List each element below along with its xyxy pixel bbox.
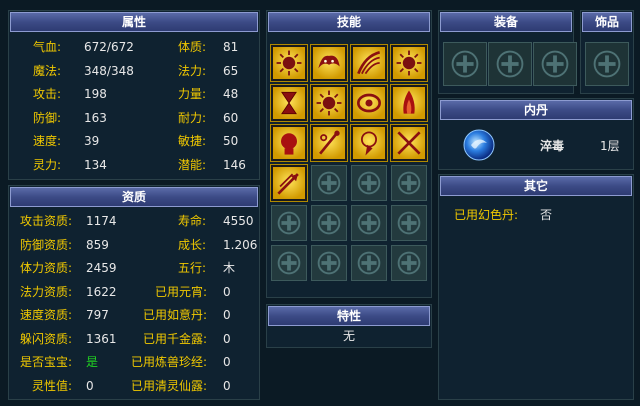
arrow-skill-icon[interactable] xyxy=(271,165,307,201)
crossed-swords-skill-icon[interactable] xyxy=(391,125,427,161)
inner-header: 内丹 xyxy=(440,100,632,120)
ornament-slot[interactable] xyxy=(585,42,629,86)
trait-header: 特性 xyxy=(268,306,430,326)
inner-name: 淬毒 xyxy=(540,139,565,153)
claw-skill-icon[interactable] xyxy=(351,45,387,81)
quality-value: 0 xyxy=(86,378,94,393)
attr-value: 146 xyxy=(223,157,246,172)
empty-skill-slot[interactable] xyxy=(351,165,387,201)
attr-label: 防御: xyxy=(33,110,62,125)
shield-skill-icon[interactable] xyxy=(351,85,387,121)
quality-value: 0 xyxy=(223,284,231,299)
equip-slot[interactable] xyxy=(533,42,577,86)
quality-value: 2459 xyxy=(86,261,117,275)
attr-value: 60 xyxy=(223,110,239,125)
quality-value: 是 xyxy=(86,355,99,369)
hourglass-skill-icon[interactable] xyxy=(271,85,307,121)
empty-skill-slot[interactable] xyxy=(271,205,307,241)
quality-label: 体力资质: xyxy=(20,261,73,275)
empty-skill-slot[interactable] xyxy=(391,245,427,281)
other-header: 其它 xyxy=(440,176,632,196)
empty-skill-slot[interactable] xyxy=(311,205,347,241)
quality-label: 已用元宵: xyxy=(155,284,208,299)
head-skill-icon[interactable] xyxy=(271,125,307,161)
quality-label: 已用清灵仙露: xyxy=(131,378,208,393)
lightning-skill-icon[interactable] xyxy=(351,125,387,161)
attr-value: 81 xyxy=(223,40,239,54)
attr-label: 敏捷: xyxy=(178,134,207,148)
empty-skill-slot[interactable] xyxy=(271,245,307,281)
quality-value: 1.206 xyxy=(223,237,258,252)
attr-value: 134 xyxy=(84,157,107,172)
quality-label: 成长: xyxy=(178,237,207,252)
quality-label: 躲闪资质: xyxy=(20,331,73,346)
attr-label: 气血: xyxy=(33,40,62,54)
empty-skill-slot[interactable] xyxy=(311,245,347,281)
attr-value: 198 xyxy=(84,87,107,101)
ornament-header: 饰品 xyxy=(582,12,632,32)
quality-value: 0 xyxy=(223,355,231,369)
quality-label: 已用炼兽珍经: xyxy=(131,355,208,369)
attr-label: 体质: xyxy=(178,40,207,54)
equip-slot[interactable] xyxy=(443,42,487,86)
attr-label: 耐力: xyxy=(178,110,207,125)
quality-label: 防御资质: xyxy=(20,237,73,252)
attr-value: 48 xyxy=(223,87,239,101)
attr-value: 65 xyxy=(223,63,239,78)
staff-skill-icon[interactable] xyxy=(311,125,347,161)
quality-value: 1361 xyxy=(86,331,117,346)
quality-label: 已用千金露: xyxy=(143,331,208,346)
empty-skill-slot[interactable] xyxy=(351,245,387,281)
equip-slot[interactable] xyxy=(488,42,532,86)
blue-core-icon[interactable] xyxy=(463,129,495,161)
attr-label: 攻击: xyxy=(33,87,62,101)
empty-skill-slot[interactable] xyxy=(351,205,387,241)
attr-label: 灵力: xyxy=(33,157,62,172)
flame-skill-icon[interactable] xyxy=(391,85,427,121)
inner-level: 1层 xyxy=(600,139,620,153)
other-label: 已用幻色丹: xyxy=(454,208,519,222)
attr-header: 属性 xyxy=(10,12,258,32)
quality-label: 灵性值: xyxy=(32,378,73,393)
quality-value: 1174 xyxy=(86,214,117,228)
empty-skill-slot[interactable] xyxy=(391,165,427,201)
quality-value: 1622 xyxy=(86,284,117,299)
quality-value: 859 xyxy=(86,237,109,252)
empty-skill-slot[interactable] xyxy=(391,205,427,241)
quality-label: 法力资质: xyxy=(20,284,73,299)
quality-value: 木 xyxy=(223,261,236,275)
quality-value: 4550 xyxy=(223,214,254,228)
attr-value: 348/348 xyxy=(84,63,134,78)
equip-header: 装备 xyxy=(440,12,572,32)
attr-value: 39 xyxy=(84,134,100,148)
attr-label: 速度: xyxy=(33,134,62,148)
quality-value: 0 xyxy=(223,378,231,393)
quality-label: 已用如意丹: xyxy=(143,308,208,322)
quality-value: 797 xyxy=(86,308,109,322)
empty-skill-slot[interactable] xyxy=(311,165,347,201)
sun-skill-icon[interactable] xyxy=(271,45,307,81)
skills-header: 技能 xyxy=(268,12,430,32)
quality-value: 0 xyxy=(223,331,231,346)
attr-label: 法力: xyxy=(178,63,207,78)
attr-value: 672/672 xyxy=(84,40,134,54)
quality-label: 速度资质: xyxy=(20,308,73,322)
attr-label: 力量: xyxy=(178,87,207,101)
trait-value: 无 xyxy=(343,329,356,343)
sun-skill-icon[interactable] xyxy=(311,85,347,121)
quality-header: 资质 xyxy=(10,187,258,207)
attr-value: 163 xyxy=(84,110,107,125)
attr-label: 潜能: xyxy=(178,157,207,172)
attr-value: 50 xyxy=(223,134,239,148)
beast-skill-icon[interactable] xyxy=(311,45,347,81)
quality-label: 是否宝宝: xyxy=(20,355,73,369)
quality-value: 0 xyxy=(223,308,231,322)
quality-label: 五行: xyxy=(178,261,207,275)
attr-label: 魔法: xyxy=(33,63,62,78)
quality-label: 攻击资质: xyxy=(20,214,73,228)
sun-skill-icon[interactable] xyxy=(391,45,427,81)
quality-label: 寿命: xyxy=(178,214,207,228)
other-value: 否 xyxy=(540,208,553,222)
